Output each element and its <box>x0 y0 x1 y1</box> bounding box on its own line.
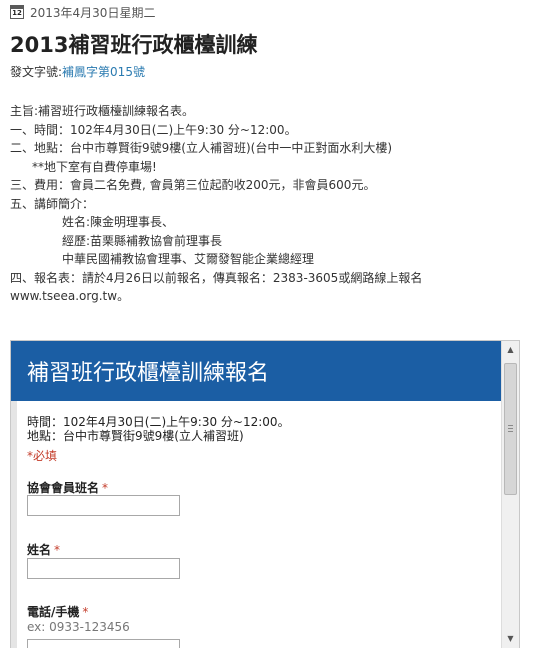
scrollbar-grip-line <box>508 431 513 432</box>
required-note: *必填 <box>27 449 58 463</box>
required-star: * <box>54 543 61 557</box>
post-title: 2013補習班行政櫃檯訓練 <box>10 33 258 57</box>
body-line-fee: 三、費用：會員二名免費, 會員第三位起酌收200元，非會員600元。 <box>10 178 376 192</box>
required-star: * <box>102 481 109 495</box>
phone-label-text: 電話/手機 <box>27 605 80 619</box>
required-star: * <box>82 605 89 619</box>
post-date-line: 12 2013年4月30日星期二 <box>10 4 155 20</box>
scrollbar-grip-line <box>508 425 513 426</box>
body-line-place: 二、地點：台中市尊賢街9號9樓(立人補習班)(台中一中正對面水利大樓) <box>10 141 392 155</box>
phone-input[interactable] <box>27 639 180 648</box>
body-line-parking: **地下室有自費停車場! <box>32 159 157 174</box>
phone-label: 電話/手機 * <box>27 603 88 620</box>
embedded-registration-form: 補習班行政櫃檯訓練報名 時間：102年4月30日(二)上午9:30 分~12:0… <box>10 340 520 648</box>
name-input[interactable] <box>27 558 180 579</box>
body-line-lecturer-name: 姓名:陳金明理事長、 <box>62 215 175 229</box>
body-line-lecturer-positions: 中華民國補教協會理事、艾爾發智能企業總經理 <box>62 252 315 266</box>
member-class-name-input[interactable] <box>27 495 180 516</box>
doc-number-link[interactable]: 補鳳字第015號 <box>62 65 145 79</box>
calendar-icon: 12 <box>10 5 24 19</box>
phone-help-text: ex: 0933-123456 <box>27 620 130 634</box>
post-body: 主旨:補習班行政櫃檯訓練報名表。 一、時間：102年4月30日(二)上午9:30… <box>10 102 530 306</box>
scrollbar-grip-line <box>508 428 513 429</box>
member-class-name-label-text: 協會會員班名 <box>27 481 100 495</box>
form-header: 補習班行政櫃檯訓練報名 <box>11 341 501 401</box>
form-scrollbar[interactable]: ▲ ▼ <box>501 341 519 648</box>
body-line-lecturer-heading: 五、講師簡介： <box>10 196 95 211</box>
doc-number-line: 發文字號:補鳳字第015號 <box>10 64 145 80</box>
form-desc-place: 地點：台中市尊賢街9號9樓(立人補習班) <box>27 429 244 443</box>
body-line-registration: 四、報名表：請於4月26日以前報名，傳真報名：2383-3605或網路線上報名 <box>10 270 423 285</box>
doc-number-label: 發文字號: <box>10 65 63 79</box>
arrow-down-icon[interactable]: ▼ <box>502 630 519 647</box>
form-body: 時間：102年4月30日(二)上午9:30 分~12:00。 地點：台中市尊賢街… <box>11 401 501 648</box>
body-line-website: www.tseea.org.tw。 <box>10 289 130 303</box>
member-class-name-label: 協會會員班名 * <box>27 479 108 496</box>
form-title: 補習班行政櫃檯訓練報名 <box>27 361 270 386</box>
name-label-text: 姓名 <box>27 543 52 557</box>
body-line-time: 一、時間：102年4月30日(二)上午9:30 分~12:00。 <box>10 122 297 137</box>
body-line-subject: 主旨:補習班行政櫃檯訓練報名表。 <box>10 104 195 118</box>
form-desc-time: 時間：102年4月30日(二)上午9:30 分~12:00。 <box>27 415 290 429</box>
scrollbar-thumb[interactable] <box>504 363 517 495</box>
form-description: 時間：102年4月30日(二)上午9:30 分~12:00。 地點：台中市尊賢街… <box>27 415 290 443</box>
arrow-up-icon[interactable]: ▲ <box>502 341 519 358</box>
calendar-icon-number: 12 <box>12 9 22 17</box>
name-label: 姓名 * <box>27 541 60 558</box>
post-date: 2013年4月30日星期二 <box>30 5 156 20</box>
body-line-lecturer-experience: 經歷:苗栗縣補教協會前理事長 <box>62 233 223 248</box>
